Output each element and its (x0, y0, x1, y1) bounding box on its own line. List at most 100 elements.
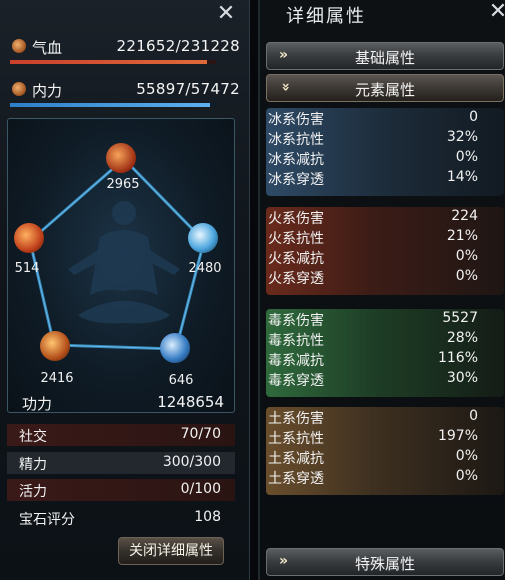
attr-label: 火系抗性 (268, 231, 324, 247)
attr-value: 30% (446, 370, 478, 386)
list-item: 土系伤害 0 (266, 407, 504, 427)
inner-power-icon (12, 82, 26, 96)
hp-bar-fill (10, 60, 208, 64)
list-item: 土系穿透 0% (266, 467, 504, 487)
list-item: 冰系穿透 14% (266, 168, 504, 188)
element-attributes-button[interactable]: » 元素属性 (266, 74, 504, 102)
hp-row: 气血 221652/231228 (10, 36, 242, 58)
strength-attr-value: 514 (14, 261, 40, 276)
mp-bar-fill (10, 103, 211, 107)
list-item: 火系伤害 224 (266, 207, 504, 227)
tendon-attr-node[interactable] (40, 331, 70, 361)
list-item: 毒系抗性 28% (266, 329, 504, 349)
detail-attributes-panel: 详细属性 ✕ » 基础属性 » 元素属性 冰系伤害 0 冰系抗性 32% 冰系减抗 0… (258, 0, 505, 580)
attr-value: 0% (455, 448, 478, 464)
attr-value: 0% (455, 149, 478, 165)
list-item: 火系减抗 0% (266, 247, 504, 267)
attr-label: 火系伤害 (268, 211, 324, 227)
gem-score-label: 宝石评分 (19, 512, 75, 528)
attr-value: 28% (446, 330, 478, 346)
list-item: 毒系穿透 30% (266, 369, 504, 389)
basic-attributes-label: 基础属性 (354, 49, 415, 67)
attr-label: 毒系穿透 (268, 373, 324, 389)
attr-value: 224 (451, 208, 478, 224)
attr-label: 土系伤害 (268, 411, 324, 427)
hp-value: 221652/231228 (116, 37, 240, 55)
attr-value: 5527 (442, 310, 478, 326)
list-item: 毒系伤害 5527 (266, 309, 504, 329)
attr-value: 0 (469, 109, 478, 125)
attr-value: 14% (446, 169, 478, 185)
qi-attr-value: 646 (168, 373, 194, 388)
attr-label: 冰系减抗 (268, 152, 324, 168)
list-item: 冰系减抗 0% (266, 148, 504, 168)
list-item: 土系减抗 0% (266, 447, 504, 467)
inner-attr-node[interactable] (188, 223, 218, 253)
attr-label: 冰系伤害 (268, 112, 324, 128)
hp-bar (10, 60, 216, 64)
vitality-label: 活力 (19, 484, 47, 500)
tendon-attr-value: 2416 (40, 371, 74, 386)
element-attributes-label: 元素属性 (354, 81, 415, 99)
energy-value: 300/300 (162, 454, 221, 470)
fire-element-group: 火系伤害 224 火系抗性 21% 火系减抗 0% 火系穿透 0% (266, 207, 504, 295)
attr-label: 火系减抗 (268, 251, 324, 267)
attr-value: 0% (455, 468, 478, 484)
character-stats-panel: ✕ 气血 221652/231228 内力 55897/57472 2965 2… (0, 0, 250, 580)
attr-value: 0 (469, 408, 478, 424)
attr-label: 冰系抗性 (268, 132, 324, 148)
social-value: 70/70 (180, 426, 221, 442)
list-item: 冰系伤害 0 (266, 108, 504, 128)
attr-value: 0% (455, 248, 478, 264)
basic-attributes-button[interactable]: » 基础属性 (266, 42, 504, 70)
vitality-row: 活力 0/100 (7, 479, 235, 501)
power-value: 1248654 (157, 393, 224, 411)
body-attr-node[interactable] (106, 143, 136, 173)
inner-attr-value: 2480 (188, 261, 222, 276)
mp-value: 55897/57472 (136, 80, 240, 98)
close-detail-button[interactable]: 关闭详细属性 (118, 537, 224, 565)
close-icon[interactable]: ✕ (215, 3, 237, 26)
vitality-value: 0/100 (180, 481, 221, 497)
list-item: 火系穿透 0% (266, 267, 504, 287)
mp-row: 内力 55897/57472 (10, 79, 242, 101)
attr-label: 冰系穿透 (268, 172, 324, 188)
energy-row: 精力 300/300 (7, 452, 235, 474)
attr-value: 116% (437, 350, 478, 366)
ice-element-group: 冰系伤害 0 冰系抗性 32% 冰系减抗 0% 冰系穿透 14% (266, 108, 504, 196)
attr-label: 土系减抗 (268, 451, 324, 467)
mp-bar (10, 103, 216, 107)
gem-score-row: 宝石评分 108 (7, 507, 235, 529)
social-row: 社交 70/70 (7, 424, 235, 446)
meditating-figure-icon (68, 201, 180, 324)
body-attr-value: 2965 (106, 177, 140, 192)
special-attributes-label: 特殊属性 (354, 555, 415, 573)
attr-value: 21% (446, 228, 478, 244)
list-item: 冰系抗性 32% (266, 128, 504, 148)
attr-value: 32% (446, 129, 478, 145)
list-item: 毒系减抗 116% (266, 349, 504, 369)
power-label: 功力 (22, 395, 53, 413)
panel-title: 详细属性 (286, 6, 366, 27)
energy-label: 精力 (19, 457, 47, 473)
attr-label: 毒系伤害 (268, 313, 324, 329)
attr-value: 197% (437, 428, 478, 444)
gem-score-value: 108 (194, 509, 221, 525)
attr-label: 土系抗性 (268, 431, 324, 447)
hp-label: 气血 (32, 39, 63, 57)
attr-label: 毒系减抗 (268, 353, 324, 369)
list-item: 火系抗性 21% (266, 227, 504, 247)
qi-attr-node[interactable] (160, 333, 190, 363)
strength-attr-node[interactable] (14, 223, 44, 253)
attr-value: 0% (455, 268, 478, 284)
attr-label: 毒系抗性 (268, 333, 324, 349)
social-label: 社交 (19, 429, 47, 445)
blood-drop-icon (12, 39, 26, 53)
attribute-pentagon: 2965 2480 646 2416 514 功力 1248654 (7, 118, 235, 413)
poison-element-group: 毒系伤害 5527 毒系抗性 28% 毒系减抗 116% 毒系穿透 30% (266, 309, 504, 397)
attr-label: 火系穿透 (268, 271, 324, 287)
list-item: 土系抗性 197% (266, 427, 504, 447)
earth-element-group: 土系伤害 0 土系抗性 197% 土系减抗 0% 土系穿透 0% (266, 407, 504, 495)
close-icon[interactable]: ✕ (487, 1, 505, 24)
special-attributes-button[interactable]: » 特殊属性 (266, 548, 504, 576)
